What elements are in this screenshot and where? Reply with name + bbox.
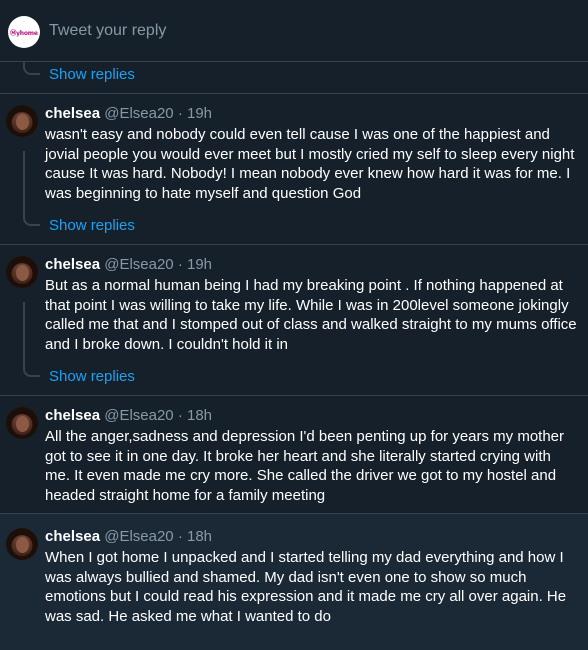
tweet-text: When I got home I unpacked and I started… [45, 549, 567, 626]
user-handle[interactable]: @Elsea20 [104, 528, 173, 545]
separator-dot: · [177, 407, 183, 424]
tweet-text: But as a normal human being I had my bre… [45, 277, 577, 354]
show-replies-link[interactable]: Show replies [49, 217, 135, 235]
tweet-reply-input[interactable] [49, 18, 529, 44]
tweet-text: wasn't easy and nobody could even tell c… [45, 126, 575, 203]
user-avatar[interactable] [6, 105, 38, 137]
tweet[interactable]: chelsea @Elsea20 · 18h All the anger,sad… [0, 396, 588, 513]
reply-composer: Ⓜyhome [0, 0, 588, 62]
user-display-name[interactable]: chelsea [45, 256, 100, 273]
thread-connector [23, 364, 40, 377]
separator-dot: · [177, 256, 183, 273]
user-display-name[interactable]: chelsea [45, 528, 100, 545]
separator-dot: · [177, 105, 183, 122]
user-avatar[interactable] [6, 528, 38, 560]
tweet-timestamp[interactable]: 18h [187, 407, 212, 424]
thread-line [23, 151, 25, 218]
user-display-name[interactable]: chelsea [45, 105, 100, 122]
thread-connector [23, 213, 40, 226]
user-display-name[interactable]: chelsea [45, 407, 100, 424]
thread-connector [23, 62, 40, 75]
tweet-text: All the anger,sadness and depression I'd… [45, 428, 565, 505]
show-replies-link[interactable]: Show replies [49, 368, 135, 386]
tweet-header: chelsea @Elsea20 · 19h [45, 255, 212, 275]
tweet-header: chelsea @Elsea20 · 18h [45, 406, 212, 426]
thread-line [23, 302, 25, 369]
tweet-timestamp[interactable]: 18h [187, 528, 212, 545]
tweet-header: chelsea @Elsea20 · 19h [45, 104, 212, 124]
tweet-highlighted[interactable]: chelsea @Elsea20 · 18h When I got home I… [0, 514, 588, 650]
user-handle[interactable]: @Elsea20 [104, 256, 173, 273]
tweet-timestamp[interactable]: 19h [187, 105, 212, 122]
user-avatar[interactable] [6, 256, 38, 288]
brand-logo: Ⓜyhome [10, 29, 38, 37]
tweet-timestamp[interactable]: 19h [187, 256, 212, 273]
show-replies-link[interactable]: Show replies [49, 66, 135, 84]
user-handle[interactable]: @Elsea20 [104, 407, 173, 424]
account-avatar[interactable]: Ⓜyhome [8, 16, 40, 48]
tweet-header: chelsea @Elsea20 · 18h [45, 527, 212, 547]
separator-dot: · [177, 528, 183, 545]
user-avatar[interactable] [6, 407, 38, 439]
user-handle[interactable]: @Elsea20 [104, 105, 173, 122]
